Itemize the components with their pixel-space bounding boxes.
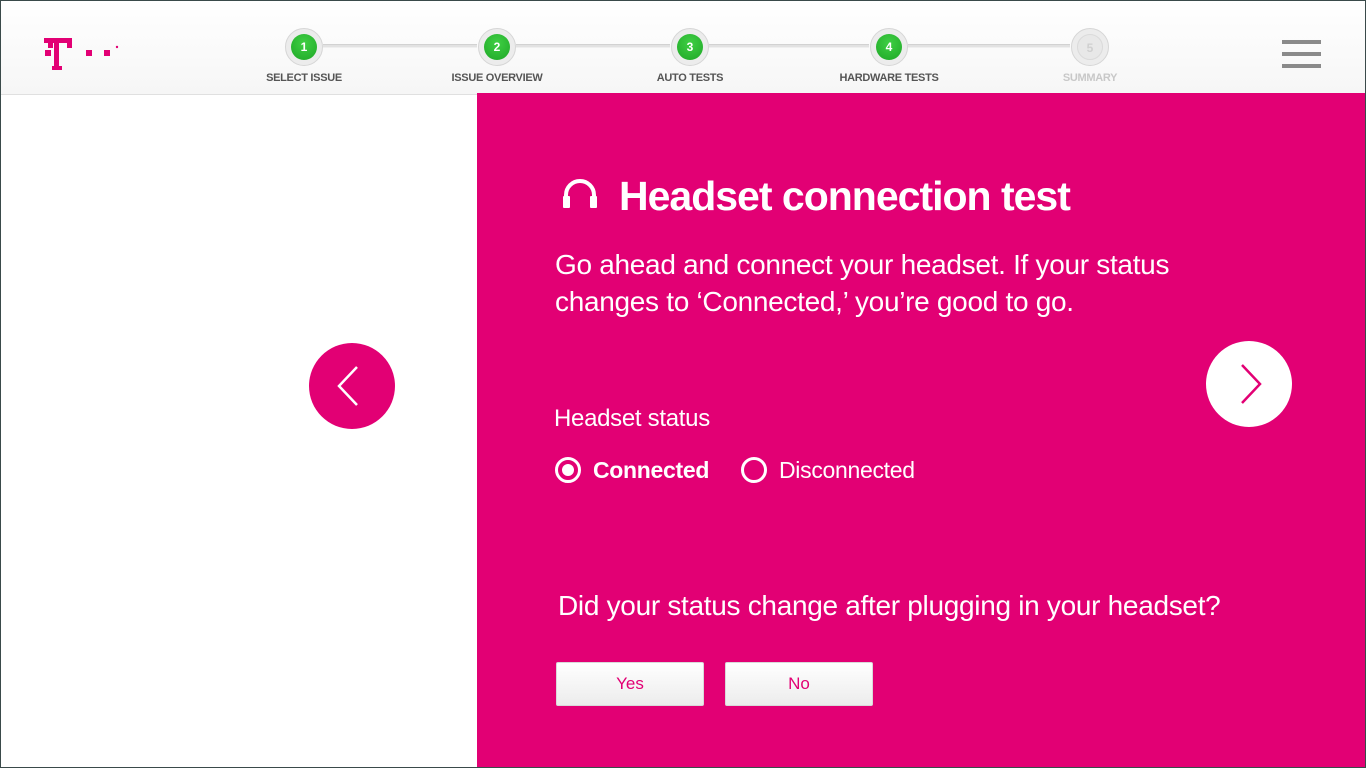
status-question: Did your status change after plugging in… (558, 590, 1221, 621)
no-button[interactable]: No (725, 662, 873, 706)
step-number: 3 (677, 34, 703, 60)
next-button[interactable] (1206, 341, 1292, 427)
step-auto-tests[interactable]: 3 AUTO TESTS (610, 28, 770, 84)
progress-stepper: 1 SELECT ISSUE 2 ISSUE OVERVIEW 3 AUTO T… (0, 0, 1366, 95)
yes-button[interactable]: Yes (556, 662, 704, 706)
step-number: 2 (484, 34, 510, 60)
hamburger-menu-icon[interactable] (1282, 40, 1322, 68)
headset-icon (563, 179, 597, 208)
headset-status-label: Headset status (554, 405, 710, 432)
step-summary: 5 SUMMARY (1010, 28, 1170, 84)
step-label: HARDWARE TESTS (839, 72, 939, 84)
step-select-issue[interactable]: 1 SELECT ISSUE (224, 28, 384, 84)
radio-button-unchecked[interactable] (741, 457, 767, 483)
step-number: 4 (876, 34, 902, 60)
step-issue-overview[interactable]: 2 ISSUE OVERVIEW (417, 28, 577, 84)
chevron-left-icon (337, 366, 358, 406)
chevron-right-icon (1241, 364, 1262, 404)
step-number: 5 (1077, 34, 1103, 60)
step-circle: 5 (1071, 28, 1109, 66)
step-label: AUTO TESTS (656, 72, 724, 84)
status-option-disconnected[interactable]: Disconnected (741, 455, 915, 485)
previous-button[interactable] (309, 343, 395, 429)
status-option-connected[interactable]: Connected (555, 455, 709, 485)
step-circle: 1 (285, 28, 323, 66)
step-number: 1 (291, 34, 317, 60)
test-title: Headset connection test (619, 173, 1071, 219)
radio-label: Connected (593, 456, 710, 483)
step-label: SELECT ISSUE (266, 72, 342, 84)
test-description: Go ahead and connect your headset. If yo… (555, 249, 1170, 317)
step-label: ISSUE OVERVIEW (451, 72, 543, 84)
step-label: SUMMARY (1062, 72, 1118, 84)
step-hardware-tests[interactable]: 4 HARDWARE TESTS (809, 28, 969, 84)
test-panel: Headset connection test Go ahead and con… (477, 93, 1366, 768)
header-bar: 1 SELECT ISSUE 2 ISSUE OVERVIEW 3 AUTO T… (0, 0, 1366, 95)
radio-button-checked[interactable] (555, 457, 581, 483)
step-circle: 2 (478, 28, 516, 66)
step-circle: 4 (870, 28, 908, 66)
radio-label: Disconnected (779, 456, 915, 483)
step-circle: 3 (671, 28, 709, 66)
